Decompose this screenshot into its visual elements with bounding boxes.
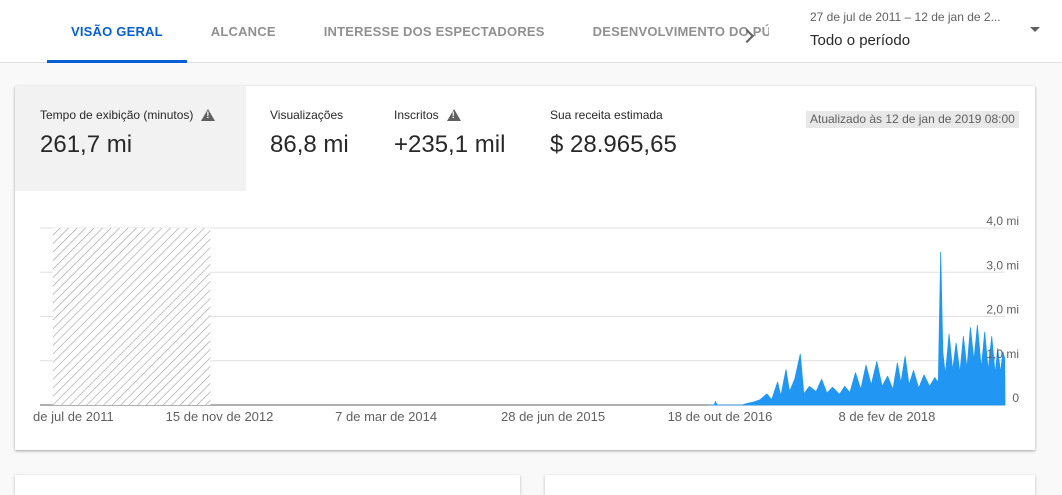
y-tick-label: 4,0 mi [986, 214, 1019, 228]
watch-time-chart: 0 1,0 mi 2,0 mi 3,0 mi 4,0 mi de jul de 2011… [33, 214, 1019, 424]
no-data-region [52, 228, 211, 405]
overview-card: Tempo de exibição (minutos) 261,7 mi Vis… [15, 86, 1035, 450]
top-bar: VISÃO GERAL ALCANCE INTERESSE DOS ESPECT… [0, 0, 1062, 63]
x-tick-label: 18 de out de 2016 [668, 409, 773, 424]
period-selector[interactable]: 27 de jul de 2011 – 12 de jan de 2... To… [810, 0, 1050, 62]
period-range: 27 de jul de 2011 – 12 de jan de 2... [810, 10, 1001, 24]
y-tick-label: 1,0 mi [986, 347, 1019, 361]
x-tick-label: 15 de nov de 2012 [166, 409, 274, 424]
tab-audience-interest[interactable]: INTERESSE DOS ESPECTADORES [300, 0, 569, 63]
y-tick-label: 3,0 mi [986, 258, 1019, 272]
tab-reach[interactable]: ALCANCE [187, 0, 300, 63]
dropdown-arrow-icon [1030, 27, 1040, 32]
x-tick-label: 28 de jun de 2015 [501, 409, 605, 424]
bottom-card-right [545, 475, 1035, 495]
x-tick-label: 7 de mar de 2014 [335, 409, 437, 424]
tab-strip: VISÃO GERAL ALCANCE INTERESSE DOS ESPECT… [47, 0, 769, 63]
period-label: Todo o período [810, 32, 911, 49]
x-tick-label: 8 de fev de 2018 [839, 409, 936, 424]
tab-overview[interactable]: VISÃO GERAL [47, 0, 187, 63]
y-tick-label: 2,0 mi [986, 303, 1019, 317]
bottom-card-left [15, 475, 520, 495]
series-area [708, 251, 1006, 406]
chevron-right-icon[interactable] [737, 24, 761, 48]
x-tick-label: de jul de 2011 [33, 409, 114, 424]
y-tick-label: 0 [1012, 391, 1019, 405]
